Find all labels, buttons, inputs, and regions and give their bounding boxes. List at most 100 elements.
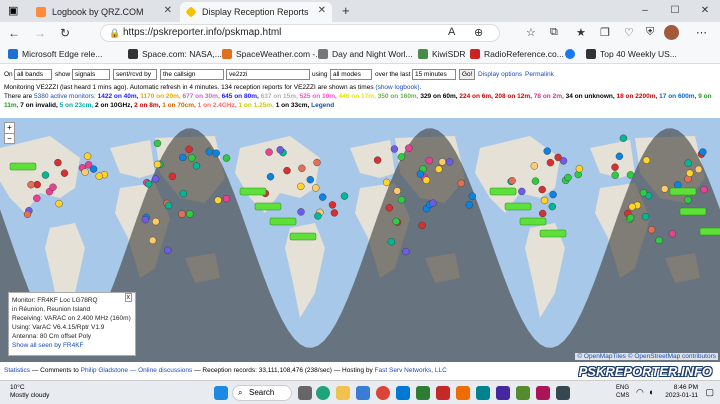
favorite-star-icon[interactable]: ☆ xyxy=(526,26,536,39)
monitor-marker[interactable] xyxy=(222,194,231,203)
monitor-marker[interactable] xyxy=(549,190,557,199)
permalink-link[interactable]: Permalink xyxy=(525,70,554,79)
monitor-marker[interactable] xyxy=(425,156,433,165)
monitor-marker[interactable] xyxy=(186,210,194,218)
band-select[interactable]: all bands xyxy=(14,69,52,80)
app-icon[interactable] xyxy=(416,386,430,400)
file-explorer-icon[interactable] xyxy=(336,386,350,400)
signals-select[interactable]: signals xyxy=(72,69,110,80)
monitor-marker[interactable] xyxy=(615,152,624,160)
monitor-marker[interactable] xyxy=(152,217,160,226)
refresh-icon[interactable]: ↻ xyxy=(60,25,70,41)
monitor-marker[interactable] xyxy=(700,185,708,194)
author-link[interactable]: Philip Gladstone xyxy=(81,367,128,374)
monitor-marker[interactable] xyxy=(686,169,694,177)
statistics-link[interactable]: Statistics xyxy=(4,367,30,374)
app-icon-5[interactable] xyxy=(496,386,510,400)
openmaptiles-link[interactable]: © OpenMapTiles xyxy=(577,353,626,360)
monitor-marker[interactable] xyxy=(392,217,400,226)
tab-display-reception-reports[interactable]: Display Reception Reports ✕ xyxy=(180,2,332,22)
report-label[interactable] xyxy=(9,162,37,171)
monitor-marker[interactable] xyxy=(538,185,546,194)
display-options-link[interactable]: Display options xyxy=(478,70,522,79)
monitor-marker[interactable] xyxy=(328,201,337,209)
monitor-marker[interactable] xyxy=(457,179,465,188)
app-icon-3[interactable] xyxy=(456,386,470,400)
monitor-marker[interactable] xyxy=(314,212,322,220)
close-icon[interactable]: ✕ xyxy=(164,5,172,16)
report-label[interactable] xyxy=(489,187,517,196)
clock[interactable]: 8:46 PM 2023-01-11 xyxy=(665,384,698,400)
zoom-out-button[interactable]: − xyxy=(5,134,14,144)
monitor-marker[interactable] xyxy=(319,193,327,201)
favorite-item[interactable]: RadioReference.co... xyxy=(470,47,564,61)
monitor-marker[interactable] xyxy=(283,166,291,175)
monitor-marker[interactable] xyxy=(41,171,50,179)
more-icon[interactable]: ⋯ xyxy=(696,26,707,39)
monitor-marker[interactable] xyxy=(382,178,391,187)
monitor-marker[interactable] xyxy=(684,159,692,167)
popup-show-all-link[interactable]: Show all seen by FR4KF xyxy=(12,341,132,350)
monitor-marker[interactable] xyxy=(185,145,193,153)
monitor-marker[interactable] xyxy=(508,177,516,185)
monitor-marker[interactable] xyxy=(27,180,35,189)
url-field[interactable]: 🔒 https://pskreporter.info/pskmap.html xyxy=(100,24,500,42)
weather-widget[interactable]: 10°C Mostly cloudy xyxy=(10,384,49,400)
monitor-marker[interactable] xyxy=(306,176,314,184)
monitor-marker[interactable] xyxy=(312,184,320,192)
favorite-item[interactable]: Day and Night Worl... xyxy=(318,47,413,61)
monitor-marker[interactable] xyxy=(265,148,273,156)
monitor-marker[interactable] xyxy=(468,192,476,200)
monitor-marker[interactable] xyxy=(205,148,214,156)
monitor-marker[interactable] xyxy=(153,160,162,169)
monitor-marker[interactable] xyxy=(188,154,196,162)
favorite-item[interactable]: Top 40 Weekly US... xyxy=(586,47,677,61)
monitor-marker[interactable] xyxy=(540,196,549,205)
monitor-marker[interactable] xyxy=(168,172,177,181)
monitor-marker[interactable] xyxy=(465,201,473,209)
tab-logbook[interactable]: Logbook by QRZ.COM ✕ xyxy=(30,2,178,22)
language-indicator[interactable]: ENG CMS xyxy=(616,384,629,400)
monitor-marker[interactable] xyxy=(435,165,443,173)
edge-icon[interactable] xyxy=(316,386,330,400)
shield-icon[interactable]: ⛨ xyxy=(646,26,654,39)
monitor-marker[interactable] xyxy=(546,158,555,167)
monitor-marker[interactable] xyxy=(164,201,173,210)
report-label[interactable] xyxy=(289,232,317,241)
monitor-marker[interactable] xyxy=(212,149,220,157)
monitor-marker[interactable] xyxy=(641,212,650,221)
monitor-marker[interactable] xyxy=(684,196,692,204)
mode-select[interactable]: all modes xyxy=(330,69,372,80)
widgets-icon[interactable] xyxy=(298,386,312,400)
monitor-marker[interactable] xyxy=(530,162,538,170)
monitor-marker[interactable] xyxy=(151,175,160,183)
monitor-marker[interactable] xyxy=(54,158,62,167)
period-select[interactable]: 15 minutes xyxy=(412,69,456,80)
monitor-marker[interactable] xyxy=(397,153,406,161)
monitor-marker[interactable] xyxy=(422,176,431,184)
volume-icon[interactable]: ◖ xyxy=(648,387,653,397)
favorite-item[interactable]: Space.com: NASA,... xyxy=(128,47,222,61)
direction-select[interactable]: sent/rcvd by xyxy=(113,69,157,80)
monitor-marker[interactable] xyxy=(81,168,89,176)
monitor-marker[interactable] xyxy=(429,199,437,207)
close-icon[interactable]: ✕ xyxy=(318,5,326,16)
monitor-marker[interactable] xyxy=(611,171,619,179)
monitor-marker[interactable] xyxy=(148,236,157,245)
active-monitors-link[interactable]: 5380 active monitors: xyxy=(34,93,96,100)
monitor-marker[interactable] xyxy=(313,158,321,167)
store-icon[interactable] xyxy=(356,386,370,400)
monitor-marker[interactable] xyxy=(297,208,305,216)
monitor-marker[interactable] xyxy=(385,204,393,212)
monitor-marker[interactable] xyxy=(297,182,305,191)
monitor-marker[interactable] xyxy=(543,147,551,155)
monitor-marker[interactable] xyxy=(405,144,413,152)
minimize-button[interactable]: – xyxy=(630,0,660,22)
forward-icon[interactable]: → xyxy=(34,25,46,41)
app-icon-2[interactable] xyxy=(436,386,450,400)
go-button[interactable]: Go! xyxy=(459,69,475,80)
report-label[interactable] xyxy=(669,187,697,196)
monitor-marker[interactable] xyxy=(611,163,619,171)
monitor-marker[interactable] xyxy=(330,209,339,217)
monitor-marker[interactable] xyxy=(642,156,651,164)
